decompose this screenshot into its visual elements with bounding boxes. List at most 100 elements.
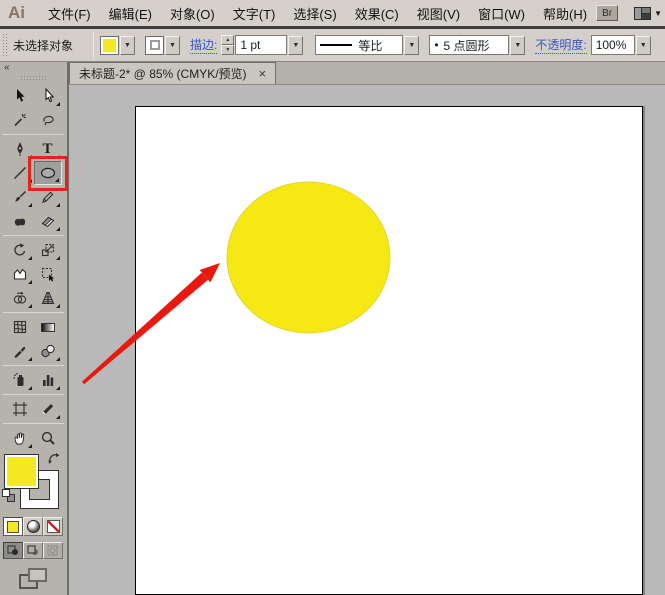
stroke-width-dropdown[interactable]: ▼ <box>288 36 303 55</box>
color-button[interactable] <box>3 517 23 536</box>
canvas-pasteboard[interactable] <box>69 85 665 595</box>
hand-tool[interactable] <box>6 426 34 450</box>
menu-effect[interactable]: 效果(C) <box>346 0 408 26</box>
opacity-panel-link[interactable]: 不透明度: <box>535 36 586 54</box>
workspace-switcher[interactable]: ▼ <box>634 7 662 20</box>
tool-separator <box>3 423 64 424</box>
lasso-icon <box>40 112 56 128</box>
shape-builder-tool[interactable] <box>6 286 34 310</box>
illustrator-window: Ai 文件(F) 编辑(E) 对象(O) 文字(T) 选择(S) 效果(C) 视… <box>0 0 665 595</box>
stroke-profile-line-icon <box>320 44 352 46</box>
default-fill-stroke-icon[interactable] <box>2 489 16 503</box>
menu-file[interactable]: 文件(F) <box>39 0 100 26</box>
step-down-icon[interactable]: ▼ <box>221 45 234 55</box>
direct-selection-tool[interactable] <box>34 84 62 108</box>
menu-view[interactable]: 视图(V) <box>408 0 469 26</box>
close-icon[interactable]: × <box>259 67 267 80</box>
fill-color-swatch[interactable] <box>100 36 119 55</box>
draw-inside-icon <box>47 545 59 556</box>
document-tab-title: 未标题-2* @ 85% (CMYK/预览) <box>79 65 247 82</box>
type-tool[interactable]: T <box>34 137 62 161</box>
opacity-dropdown[interactable]: ▼ <box>636 36 651 55</box>
scale-tool[interactable] <box>34 238 62 262</box>
document-tab[interactable]: 未标题-2* @ 85% (CMYK/预览) × <box>69 62 276 84</box>
rotate-tool[interactable] <box>6 238 34 262</box>
panel-collapse-button[interactable]: « <box>0 62 67 75</box>
fill-color-indicator[interactable] <box>4 454 39 489</box>
ellipse-tool[interactable] <box>34 161 62 185</box>
zoom-tool[interactable] <box>34 426 62 450</box>
shape-builder-icon <box>12 290 28 306</box>
yellow-ellipse-shape[interactable] <box>227 182 390 333</box>
ellipse-icon <box>39 165 57 181</box>
tool-separator <box>3 394 64 395</box>
stroke-dropdown-button[interactable]: ▼ <box>165 36 180 55</box>
free-transform-tool[interactable] <box>34 262 62 286</box>
eyedropper-tool[interactable] <box>6 339 34 363</box>
bridge-button[interactable]: Br <box>596 5 618 21</box>
stroke-width-stepper[interactable]: ▲ ▼ <box>221 35 234 55</box>
step-up-icon[interactable]: ▲ <box>221 35 234 45</box>
divider <box>93 32 94 58</box>
draw-inside-button[interactable] <box>43 542 63 559</box>
menu-select[interactable]: 选择(S) <box>284 0 345 26</box>
stroke-panel-link[interactable]: 描边: <box>190 36 217 54</box>
paintbrush-tool[interactable] <box>6 185 34 209</box>
width-profile-dropdown[interactable]: ▼ <box>404 36 419 55</box>
tool-separator <box>3 312 64 313</box>
column-graph-tool[interactable] <box>34 368 62 392</box>
gradient-tool[interactable] <box>34 315 62 339</box>
stroke-width-value[interactable]: 1 pt <box>235 35 287 55</box>
screen-mode-button[interactable] <box>19 568 49 590</box>
menu-edit[interactable]: 编辑(E) <box>100 0 161 26</box>
draw-normal-button[interactable] <box>3 542 23 559</box>
stroke-color-swatch[interactable] <box>145 36 164 55</box>
pen-nib-icon <box>12 141 28 157</box>
line-segment-tool[interactable] <box>6 161 34 185</box>
brush-value[interactable]: • 5 点圆形 <box>429 35 509 55</box>
lasso-tool[interactable] <box>34 108 62 132</box>
draw-behind-button[interactable] <box>23 542 43 559</box>
fill-dropdown-button[interactable]: ▼ <box>120 36 135 55</box>
options-bar: 未选择对象 ▼ ▼ 描边: ▲ ▼ 1 pt ▼ 等比 ▼ <box>0 29 665 62</box>
width-tool[interactable] <box>6 262 34 286</box>
perspective-grid-tool[interactable] <box>34 286 62 310</box>
opacity-value[interactable]: 100% <box>591 35 635 55</box>
symbol-sprayer-tool[interactable] <box>6 368 34 392</box>
color-swatch-icon <box>7 521 19 533</box>
draw-normal-icon <box>7 545 19 556</box>
swap-fill-stroke-icon[interactable] <box>47 452 61 465</box>
menu-help[interactable]: 帮助(H) <box>534 0 596 26</box>
width-profile-value[interactable]: 等比 <box>315 35 403 55</box>
pen-tool[interactable] <box>6 137 34 161</box>
blob-brush-icon <box>12 213 28 229</box>
magic-wand-tool[interactable] <box>6 108 34 132</box>
menu-window[interactable]: 窗口(W) <box>469 0 534 26</box>
menu-type[interactable]: 文字(T) <box>224 0 285 26</box>
hand-icon <box>12 430 28 446</box>
brush-dropdown[interactable]: ▼ <box>510 36 525 55</box>
artboard-tool[interactable] <box>6 397 34 421</box>
gradient-button[interactable] <box>23 517 43 536</box>
menu-object[interactable]: 对象(O) <box>161 0 224 26</box>
blob-brush-tool[interactable] <box>6 209 34 233</box>
mesh-tool[interactable] <box>6 315 34 339</box>
panel-drag-grip[interactable] <box>0 75 67 84</box>
chevron-down-icon: ▼ <box>514 42 521 49</box>
chevron-down-icon: ▼ <box>640 42 647 49</box>
direct-selection-arrow-icon <box>40 88 56 104</box>
panel-grip[interactable] <box>2 33 9 57</box>
symbol-sprayer-icon <box>12 372 28 388</box>
blend-tool[interactable] <box>34 339 62 363</box>
magic-wand-icon <box>12 112 28 128</box>
paintbrush-icon <box>12 189 28 205</box>
none-button[interactable] <box>43 517 63 536</box>
pencil-tool[interactable] <box>34 185 62 209</box>
slice-tool[interactable] <box>34 397 62 421</box>
selection-tool[interactable] <box>6 84 34 108</box>
screen-mode-front-icon <box>28 568 47 582</box>
chevron-down-icon: ▼ <box>169 42 176 49</box>
selection-arrow-icon <box>12 88 28 104</box>
eraser-tool[interactable] <box>34 209 62 233</box>
document-area: 未标题-2* @ 85% (CMYK/预览) × <box>69 62 665 595</box>
